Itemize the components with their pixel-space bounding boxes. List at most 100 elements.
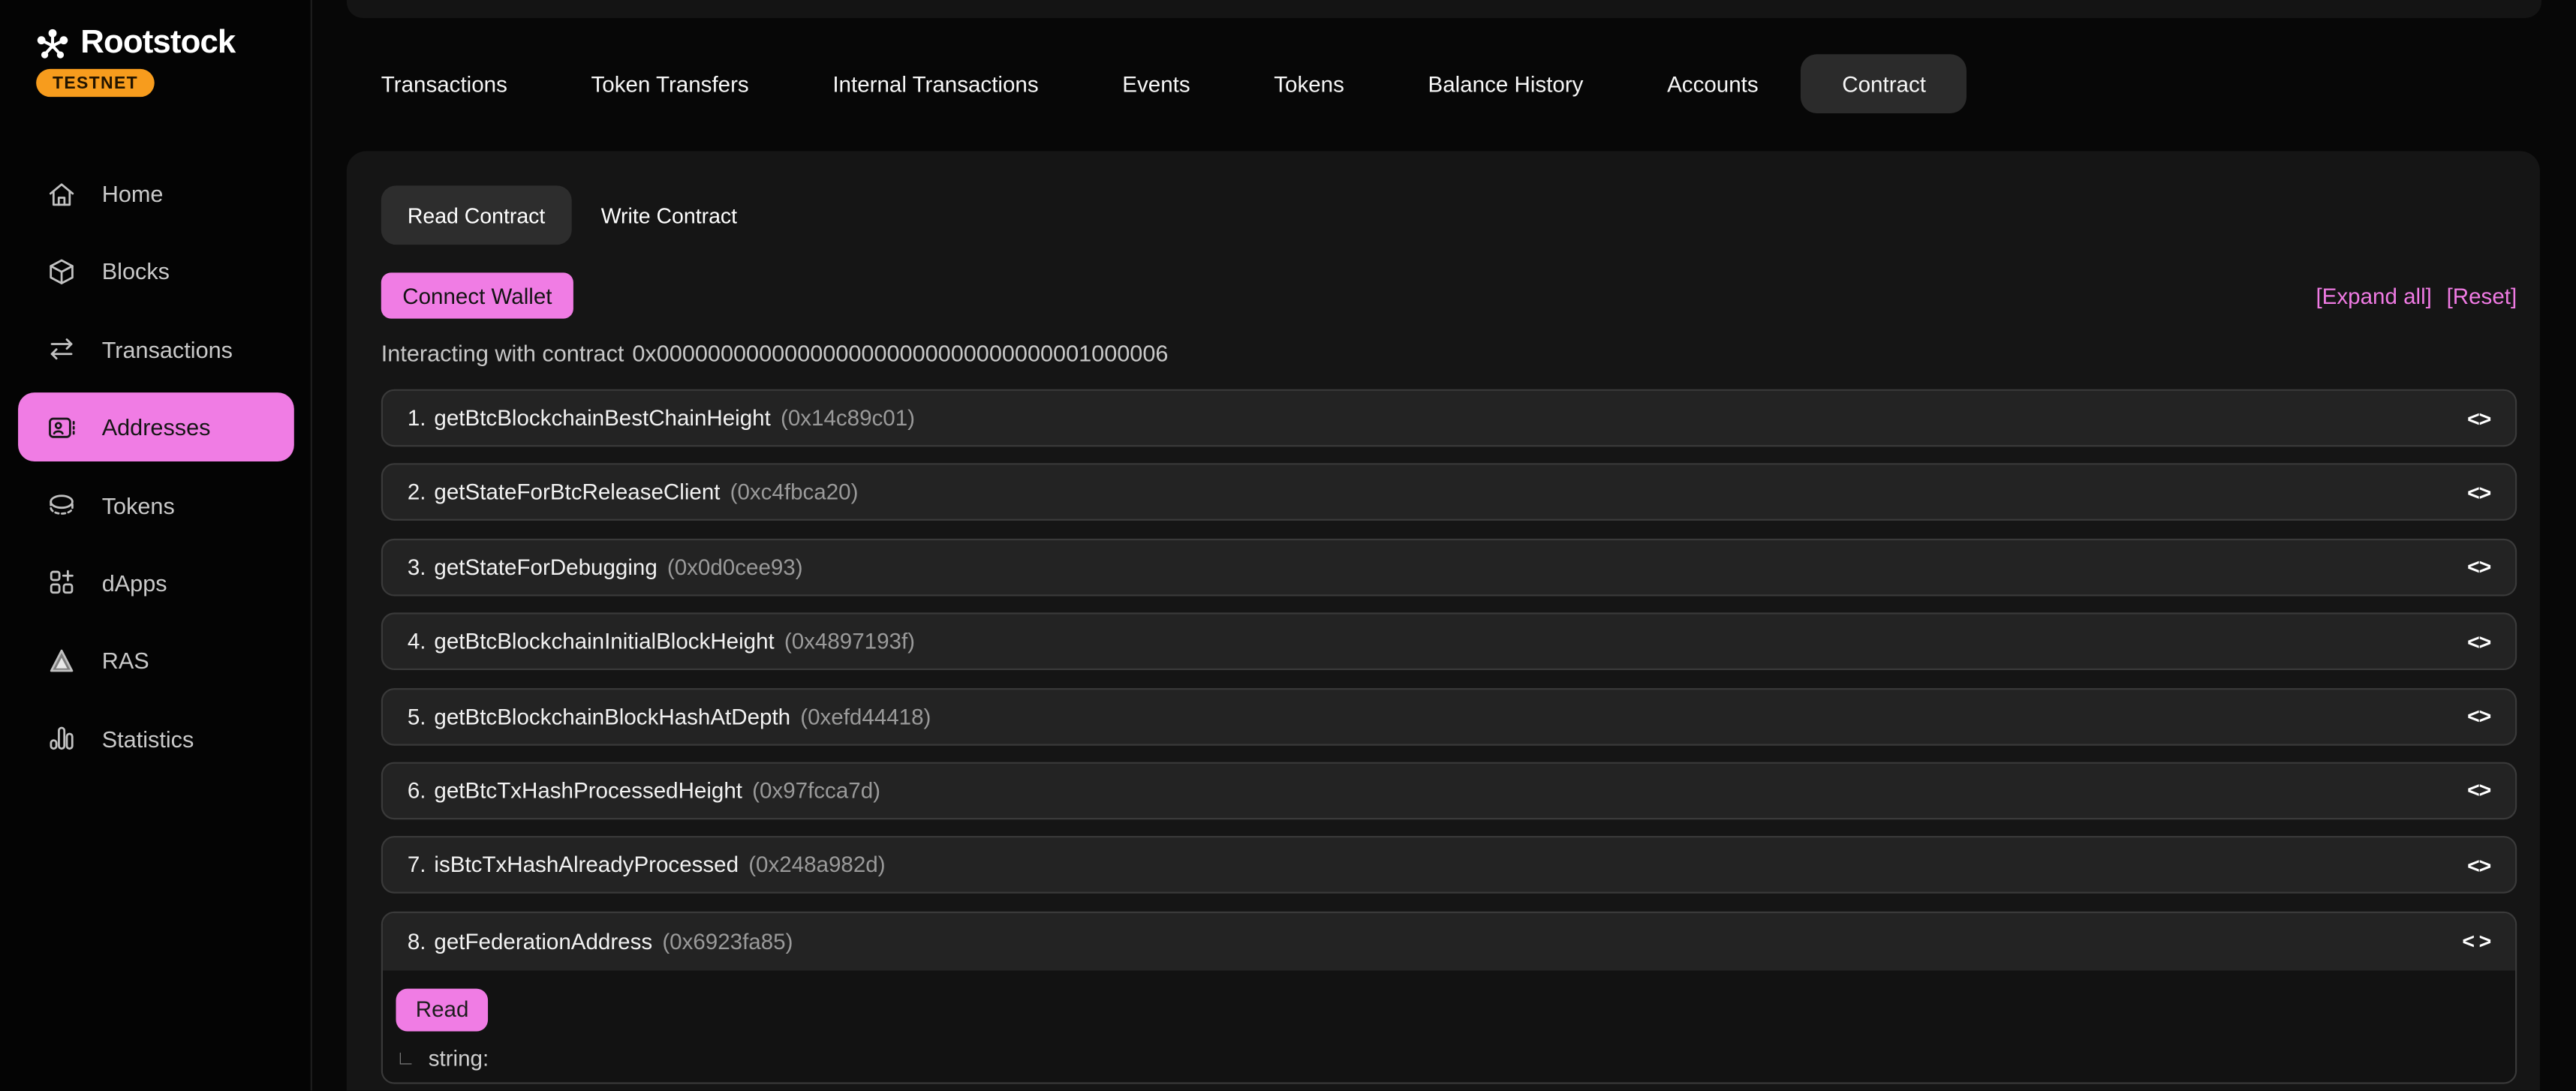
interacting-prefix: Interacting with contract (381, 340, 624, 366)
sidebar-item-blocks[interactable]: Blocks (18, 237, 294, 306)
code-icon: <> (2467, 555, 2490, 579)
wallet-row: Connect Wallet [Expand all] [Reset] (381, 272, 2517, 318)
main-area: Transactions Token Transfers Internal Tr… (312, 0, 2576, 1091)
return-marker-icon: ∟ (396, 1047, 415, 1070)
method-index: 4. (408, 630, 426, 654)
method-index: 5. (408, 704, 426, 729)
sidebar-item-statistics[interactable]: Statistics (18, 704, 294, 773)
method-name: getBtcBlockchainBestChainHeight (434, 406, 770, 431)
sidebar-item-label: Transactions (102, 336, 233, 362)
method-signature: (0x4897193f) (784, 630, 915, 654)
home-icon (46, 178, 77, 209)
sidebar-item-transactions[interactable]: Transactions (18, 315, 294, 384)
method-name: isBtcTxHashAlreadyProcessed (434, 853, 739, 878)
transactions-icon (46, 334, 77, 365)
blocks-icon (46, 256, 77, 287)
output-type-label: string: (429, 1046, 489, 1071)
method-row-5[interactable]: 5. getBtcBlockchainBlockHashAtDepth (0xe… (381, 687, 2517, 745)
sidebar-item-label: dApps (102, 570, 167, 596)
code-icon: <> (2467, 853, 2490, 878)
method-index: 6. (408, 778, 426, 803)
tab-accounts[interactable]: Accounts (1667, 54, 1759, 113)
ras-icon (46, 645, 77, 677)
write-contract-tab[interactable]: Write Contract (601, 203, 737, 227)
sidebar-item-label: Addresses (102, 414, 211, 440)
tab-balance-history[interactable]: Balance History (1428, 54, 1584, 113)
contract-panel: Read Contract Write Contract Connect Wal… (347, 151, 2540, 1090)
method-signature: (0xefd44418) (800, 704, 931, 729)
code-icon: <> (2467, 778, 2490, 803)
tab-transactions[interactable]: Transactions (381, 54, 507, 113)
method-signature: (0x97fcca7d) (752, 778, 880, 803)
statistics-icon (46, 723, 77, 755)
list-actions: [Expand all] [Reset] (2316, 284, 2517, 308)
contract-page-tabs: Transactions Token Transfers Internal Tr… (381, 54, 1967, 113)
sidebar-item-addresses[interactable]: Addresses (18, 392, 294, 461)
app-viewport: Rootstock TESTNET Home Blocks (0, 0, 2576, 1091)
expand-all-link[interactable]: [Expand all] (2316, 284, 2431, 308)
sidebar-item-label: Tokens (102, 492, 175, 518)
sidebar-item-dapps[interactable]: dApps (18, 549, 294, 618)
method-signature: (0xc4fbca20) (730, 480, 859, 505)
code-icon: <> (2467, 480, 2490, 505)
method-name: getBtcTxHashProcessedHeight (434, 778, 742, 803)
rootstock-flower-icon (35, 26, 71, 62)
method-index: 8. (408, 929, 426, 954)
method-index: 2. (408, 480, 426, 505)
tab-token-transfers[interactable]: Token Transfers (591, 54, 748, 113)
method-row-8-body: Read ∟ string: (383, 970, 2515, 1082)
addresses-icon (46, 412, 77, 443)
method-name: getBtcBlockchainBlockHashAtDepth (434, 704, 790, 729)
method-index: 3. (408, 555, 426, 579)
tab-events[interactable]: Events (1122, 54, 1190, 113)
method-name: getBtcBlockchainInitialBlockHeight (434, 630, 774, 654)
method-row-1[interactable]: 1. getBtcBlockchainBestChainHeight (0x14… (381, 389, 2517, 447)
interacting-line: Interacting with contract 0x0000000000000… (381, 340, 2517, 366)
read-button[interactable]: Read (396, 988, 488, 1031)
sidebar-item-label: Blocks (102, 258, 170, 284)
code-icon: <> (2467, 630, 2490, 654)
method-output: ∟ string: (396, 1046, 2490, 1071)
code-icon: <> (2467, 406, 2490, 431)
sidebar-item-label: Statistics (102, 726, 194, 752)
method-name: getStateForBtcReleaseClient (434, 480, 720, 505)
sidebar-nav: Home Blocks Transactions (0, 159, 311, 782)
rootstock-logo[interactable]: Rootstock (35, 25, 235, 62)
reset-link[interactable]: [Reset] (2447, 284, 2517, 308)
dapps-icon (46, 567, 77, 599)
code-icon: <> (2467, 704, 2490, 729)
contract-subtabs: Read Contract Write Contract (381, 185, 2517, 245)
method-signature: (0x14c89c01) (781, 406, 915, 431)
sidebar-item-tokens[interactable]: Tokens (18, 470, 294, 539)
tab-internal-transactions[interactable]: Internal Transactions (832, 54, 1038, 113)
connect-wallet-button[interactable]: Connect Wallet (381, 272, 573, 318)
method-name: getStateForDebugging (434, 555, 657, 579)
method-signature: (0x0d0cee93) (667, 555, 803, 579)
method-row-2[interactable]: 2. getStateForBtcReleaseClient (0xc4fbca… (381, 464, 2517, 521)
method-signature: (0x248a982d) (748, 853, 885, 878)
tab-tokens[interactable]: Tokens (1274, 54, 1344, 113)
method-index: 7. (408, 853, 426, 878)
method-index: 1. (408, 406, 426, 431)
sidebar-item-label: RAS (102, 648, 149, 674)
method-row-6[interactable]: 6. getBtcTxHashProcessedHeight (0x97fcca… (381, 762, 2517, 819)
sidebar-item-ras[interactable]: RAS (18, 627, 294, 696)
method-row-7[interactable]: 7. isBtcTxHashAlreadyProcessed (0x248a98… (381, 837, 2517, 894)
contract-address: 0x00000000000000000000000000000000010000… (632, 340, 1168, 366)
method-name: getFederationAddress (434, 929, 652, 954)
method-signature: (0x6923fa85) (662, 929, 793, 954)
methods-list: 1. getBtcBlockchainBestChainHeight (0x14… (381, 389, 2517, 1083)
scrolled-card-edge (347, 0, 2541, 18)
method-row-8-header[interactable]: 8. getFederationAddress (0x6923fa85) < > (383, 912, 2515, 970)
tab-contract[interactable]: Contract (1801, 54, 1967, 113)
brand-name: Rootstock (80, 25, 235, 62)
method-row-3[interactable]: 3. getStateForDebugging (0x0d0cee93) <> (381, 538, 2517, 596)
read-contract-tab[interactable]: Read Contract (381, 185, 572, 245)
method-row-4[interactable]: 4. getBtcBlockchainInitialBlockHeight (0… (381, 613, 2517, 671)
testnet-badge: TESTNET (36, 69, 155, 97)
code-icon: < > (2462, 929, 2490, 954)
sidebar: Rootstock TESTNET Home Blocks (0, 0, 312, 1091)
sidebar-item-home[interactable]: Home (18, 159, 294, 228)
tokens-icon (46, 489, 77, 521)
sidebar-item-label: Home (102, 181, 164, 207)
